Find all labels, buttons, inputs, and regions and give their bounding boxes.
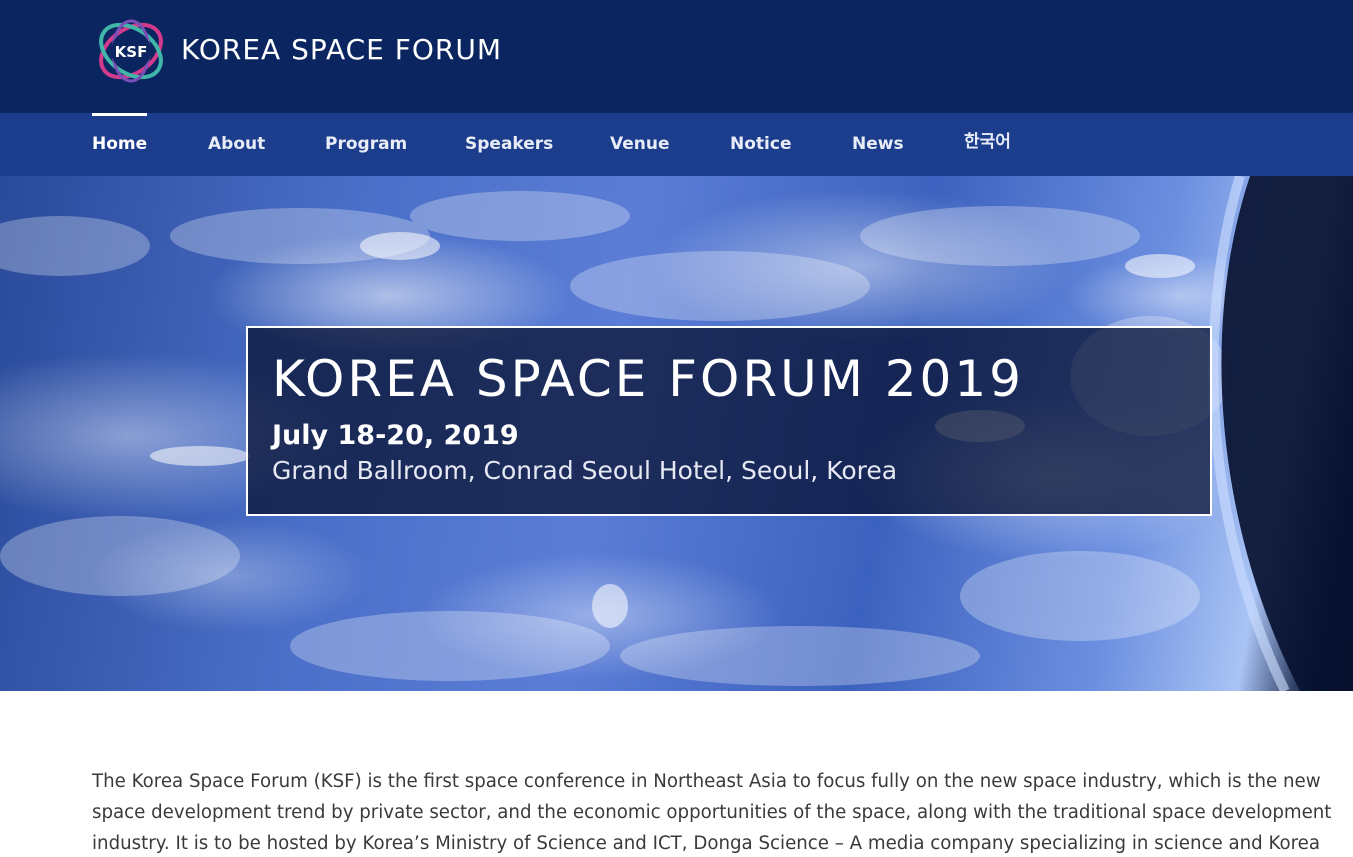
ksf-logo-icon[interactable]: KSF xyxy=(92,14,170,88)
nav-home[interactable]: Home xyxy=(92,113,148,176)
nav-about[interactable]: About xyxy=(208,113,265,176)
main-nav: Home About Program Speakers Venue Notice… xyxy=(0,113,1353,176)
nav-news[interactable]: News xyxy=(852,113,904,176)
nav-korean[interactable]: 한국어 xyxy=(964,111,1011,174)
hero-date: July 18-20, 2019 xyxy=(272,420,519,451)
hero-title: KOREA SPACE FORUM 2019 xyxy=(272,350,1024,408)
site-header: KSF KOREA SPACE FORUM xyxy=(0,0,1353,113)
nav-venue[interactable]: Venue xyxy=(610,113,670,176)
nav-program[interactable]: Program xyxy=(325,113,407,176)
hero-banner: KOREA SPACE FORUM 2019 July 18-20, 2019 … xyxy=(0,176,1353,691)
logo-text: KSF xyxy=(115,43,148,61)
site-title[interactable]: KOREA SPACE FORUM xyxy=(181,33,502,66)
hero-venue: Grand Ballroom, Conrad Seoul Hotel, Seou… xyxy=(272,456,898,485)
intro-paragraph: The Korea Space Forum (KSF) is the first… xyxy=(92,771,1332,854)
hero-title-box: KOREA SPACE FORUM 2019 July 18-20, 2019 … xyxy=(246,326,1212,516)
nav-speakers[interactable]: Speakers xyxy=(465,113,553,176)
nav-notice[interactable]: Notice xyxy=(730,113,791,176)
